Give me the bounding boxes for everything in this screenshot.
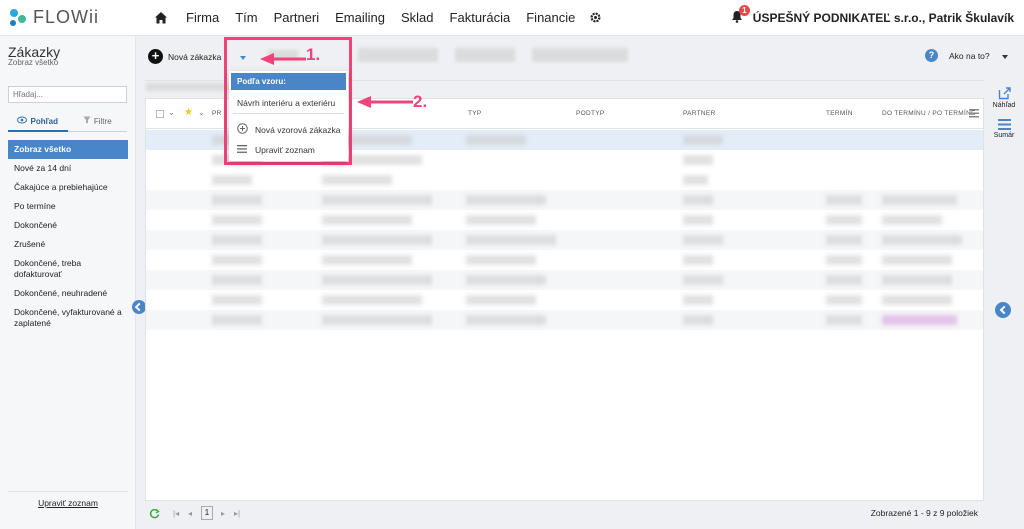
main-nav: Firma Tím Partneri Emailing Sklad Faktur… [178,10,583,25]
table-row[interactable] [146,250,983,270]
table-row[interactable] [146,230,983,250]
refresh-icon[interactable] [149,508,160,519]
sidebar-item-completed[interactable]: Dokončené [8,216,128,235]
column-to-deadline[interactable]: DO TERMÍNU / PO TERMÍNE [882,110,976,117]
sidebar-search-input[interactable] [8,86,127,103]
column-pr[interactable]: PR [212,110,222,117]
select-all-checkbox[interactable] [156,110,164,118]
table-row[interactable] [146,270,983,290]
app-name: FLOWii [33,7,99,27]
sidebar-item-new-14[interactable]: Nové za 14 dní [8,159,128,178]
last-page-icon[interactable]: ▸| [234,509,240,518]
company-user-name[interactable]: ÚSPEŠNÝ PODNIKATEĽ s.r.o., Patrik Škulav… [753,11,1014,25]
nav-fakturacia[interactable]: Fakturácia [442,10,519,25]
sidebar-item-pending[interactable]: Čakajúce a prebiehajúce [8,178,128,197]
new-order-button[interactable]: + Nová zákazka [148,49,221,64]
flowii-logo[interactable]: FLOWii [8,7,138,28]
column-deadline[interactable]: TERMÍN [826,110,853,117]
list-icon [997,119,1011,130]
chevron-left-icon [134,302,144,312]
external-link-icon [998,87,1011,100]
account-area[interactable]: 1 ÚSPEŠNÝ PODNIKATEĽ s.r.o., Patrik Škul… [731,5,1014,26]
star-caret-icon[interactable]: ⌄ [198,108,205,117]
menu-item-template[interactable]: Návrh interiéru a exteriéru [237,98,335,108]
nav-emailing[interactable]: Emailing [327,10,393,25]
table-row[interactable] [146,290,983,310]
rail-summary-label: Sumár [993,132,1015,139]
table-row[interactable] [146,190,983,210]
menu-item-new-template[interactable]: Nová vzorová zákazka [255,125,341,135]
first-page-icon[interactable]: |◂ [173,509,179,518]
annotation-step-1: 1. [306,45,321,64]
rail-summary-button[interactable]: Sumár [989,119,1019,139]
nav-firma[interactable]: Firma [178,10,227,25]
notification-badge: 1 [738,5,750,16]
column-subtype[interactable]: PODTYP [576,110,605,117]
notifications[interactable]: 1 [731,5,750,26]
blurred-toolbar-item[interactable] [358,48,438,62]
rail-preview-label: Náhľad [992,102,1016,109]
home-icon[interactable] [154,11,168,25]
next-page-icon[interactable]: ▸ [221,509,225,518]
nav-tim[interactable]: Tím [227,10,265,25]
nav-sklad[interactable]: Sklad [393,10,442,25]
sidebar-item-unpaid[interactable]: Dokončené, neuhradené [8,284,128,303]
column-type[interactable]: TYP [468,110,482,117]
table-row[interactable] [146,210,983,230]
current-page[interactable]: 1 [201,506,213,520]
menu-divider [233,113,344,114]
new-order-label: Nová zákazka [168,51,222,62]
edit-list-link[interactable]: Upraviť zoznam [0,498,136,508]
sidebar-tabs: Pohľad Filtre [8,116,127,132]
gear-icon[interactable] [589,11,602,24]
sidebar-item-cancelled[interactable]: Zrušené [8,235,128,254]
eye-icon [17,116,28,124]
menu-item-edit-list[interactable]: Upraviť zoznam [255,145,315,155]
top-nav: FLOWii Firma Tím Partneri Emailing Sklad… [0,0,1024,36]
tab-filters[interactable]: Filtre [67,116,127,132]
nav-partneri[interactable]: Partneri [266,10,328,25]
nav-financie[interactable]: Financie [518,10,583,25]
sidebar-item-paid[interactable]: Dokončené, vyfakturované a zaplatené [8,303,128,333]
caret-down-icon[interactable] [1002,55,1008,59]
page-subtitle: Zobraz všetko [8,58,59,67]
table-row[interactable] [146,170,983,190]
column-settings-icon[interactable] [969,109,979,118]
sidebar-divider [8,491,128,492]
select-caret-icon[interactable]: ⌄ [168,108,175,117]
sidebar-item-all[interactable]: Zobraz všetko [8,140,128,159]
annotation-arrow-1 [260,53,306,65]
star-icon[interactable]: ★ [184,107,193,118]
menu-lines-icon [237,145,247,153]
menu-header: Podľa vzoru: [231,73,346,90]
filter-icon [83,116,91,124]
column-partner[interactable]: PARTNER [683,110,716,117]
pager-info: Zobrazené 1 - 9 z 9 položiek [870,508,978,518]
annotation-arrow-2 [357,96,413,108]
plus-circle-icon: + [148,49,163,64]
help-link[interactable]: Ako na to? [949,51,990,61]
blurred-grid-caption [146,83,236,91]
left-sidebar: Zákazky Zobraz všetko Pohľad Filtre Zobr… [0,36,136,529]
sidebar-item-overdue[interactable]: Po termíne [8,197,128,216]
collapse-right-panel-button[interactable] [995,302,1011,318]
table-row[interactable] [146,310,983,330]
annotation-step-2: 2. [413,92,428,111]
sidebar-view-list: Zobraz všetko Nové za 14 dní Čakajúce a … [8,140,128,333]
collapse-sidebar-button[interactable] [132,300,146,314]
sidebar-item-to-invoice[interactable]: Dokončené, treba dofakturovať [8,254,128,284]
help-icon[interactable]: ? [925,49,938,62]
pager: |◂ ◂ 1 ▸ ▸| Zobrazené 1 - 9 z 9 položiek [145,503,984,523]
chevron-left-icon [999,305,1009,315]
tab-filters-label: Filtre [93,117,112,126]
tab-view[interactable]: Pohľad [8,116,68,132]
plus-circle-icon [237,123,248,134]
prev-page-icon[interactable]: ◂ [188,509,192,518]
blurred-toolbar-item[interactable] [455,48,515,62]
tab-view-label: Pohľad [30,117,59,126]
new-order-dropdown-menu: Podľa vzoru: Návrh interiéru a exteriéru… [229,71,348,161]
rail-preview-button[interactable]: Náhľad [989,87,1019,109]
blurred-toolbar-item[interactable] [532,48,628,62]
flowii-logo-icon [8,8,28,28]
